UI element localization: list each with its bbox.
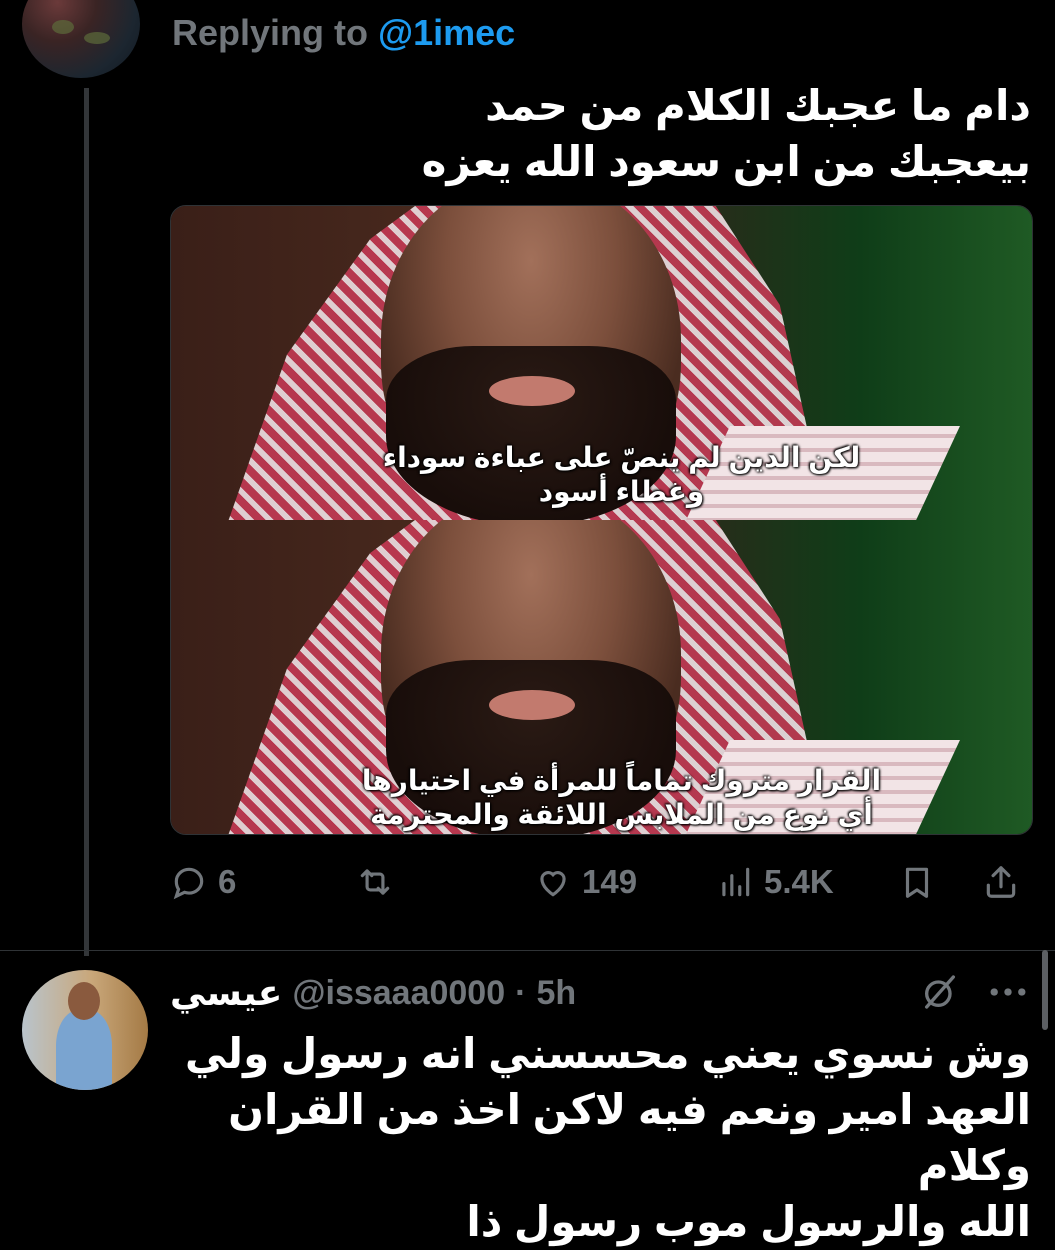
avatar-leaf — [52, 20, 74, 34]
replying-to-label: Replying to — [172, 12, 368, 53]
avatar[interactable] — [22, 0, 140, 78]
replying-to-handle-link[interactable]: @1imec — [378, 12, 515, 53]
reply-avatar[interactable] — [22, 970, 148, 1090]
grok-icon[interactable] — [920, 972, 960, 1012]
views-button[interactable]: 5.4K — [716, 856, 834, 908]
reply-button[interactable]: 6 — [170, 856, 236, 908]
avatar-person — [56, 1010, 112, 1090]
scrollbar[interactable] — [1042, 950, 1048, 1030]
reply-header: عيسي @issaaa0000 · 5h — [170, 968, 576, 1018]
tweet-media-image[interactable]: لكن الدين لم ينصّ على عباءة سوداء وغطاء … — [170, 205, 1033, 835]
reply-timestamp[interactable]: 5h — [536, 974, 576, 1013]
media-caption-top: لكن الدين لم ينصّ على عباءة سوداء وغطاء … — [382, 442, 861, 507]
reply-text: وش نسوي يعني محسسني انه رسول ولي العهد ا… — [171, 1026, 1031, 1250]
retweet-icon — [360, 869, 390, 895]
share-icon — [986, 866, 1016, 898]
tweet-text-line: دام ما عجبك الكلام من حمد — [485, 82, 1031, 129]
more-icon[interactable] — [985, 972, 1031, 1012]
media-caption-bottom: القرار متروك تماماً للمرأة في اختيارها أ… — [361, 765, 882, 830]
reply-text-line: الله والرسول موب رسول ذا — [466, 1198, 1031, 1245]
share-button[interactable] — [982, 856, 1020, 908]
retweet-button[interactable] — [356, 856, 404, 908]
like-count: 149 — [582, 863, 638, 900]
avatar-head — [68, 982, 100, 1020]
tweet-text-line: بيعجبك من ابن سعود الله يعزه — [421, 138, 1031, 185]
reply-handle[interactable]: @issaaa0000 — [292, 974, 505, 1013]
avatar-leaf — [84, 32, 110, 44]
replying-to: Replying to @1imec — [172, 12, 515, 54]
reply-icon — [173, 867, 204, 900]
mouth — [489, 376, 575, 406]
reply-text-line: وش نسوي يعني محسسني انه رسول ولي — [184, 1030, 1031, 1077]
tweet-divider — [0, 950, 1055, 951]
heart-icon — [540, 871, 566, 897]
reply-count: 6 — [218, 863, 237, 900]
reply-text-line: العهد امير ونعم فيه لاكن اخذ من القران و… — [228, 1086, 1031, 1189]
views-count: 5.4K — [764, 863, 834, 900]
media-frame-top: لكن الدين لم ينصّ على عباءة سوداء وغطاء … — [171, 206, 1032, 520]
separator-dot: · — [515, 973, 527, 1012]
views-icon — [722, 867, 750, 897]
tweet-actions: 6 149 5.4K — [170, 856, 1030, 908]
tweet-text: دام ما عجبك الكلام من حمد بيعجبك من ابن … — [181, 78, 1031, 190]
bookmark-button[interactable] — [898, 856, 936, 908]
thread-line — [84, 88, 89, 956]
bookmark-icon — [905, 867, 929, 898]
media-frame-bottom: القرار متروك تماماً للمرأة في اختيارها أ… — [171, 520, 1032, 834]
reply-display-name[interactable]: عيسي — [170, 972, 282, 1014]
mouth — [489, 690, 575, 720]
like-button[interactable]: 149 — [534, 856, 637, 908]
